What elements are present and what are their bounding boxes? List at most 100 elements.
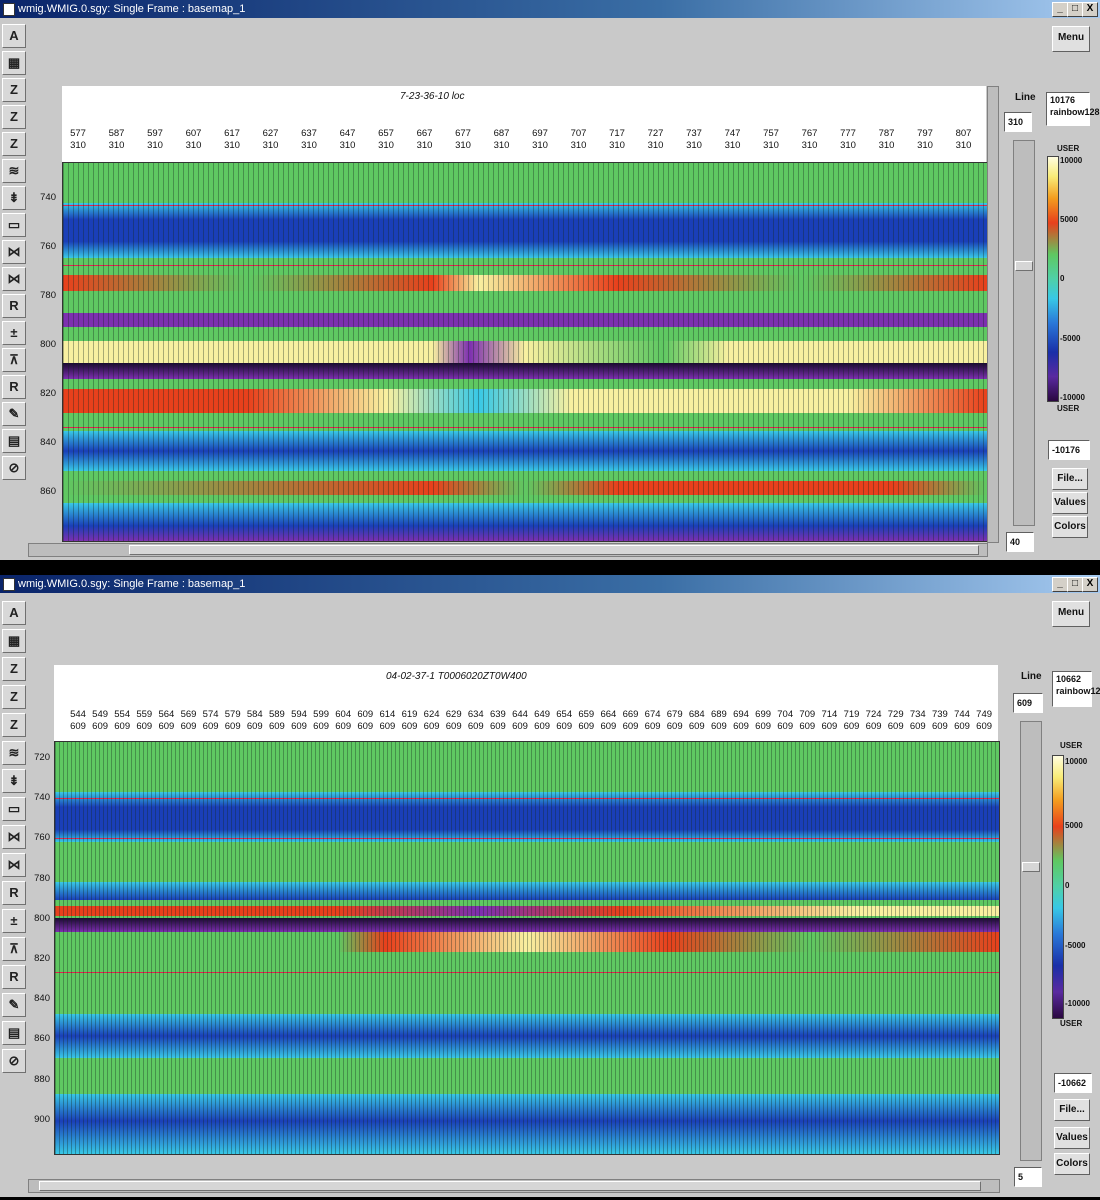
- zoom-tool-button[interactable]: Z: [2, 78, 26, 102]
- zoom-out-tool-button[interactable]: Z: [2, 713, 26, 737]
- trace-number: 624: [423, 709, 440, 720]
- reset-tool-button[interactable]: R: [2, 375, 26, 399]
- color-scale-bar[interactable]: [1052, 755, 1064, 1019]
- grid-tool-button[interactable]: ▦: [2, 629, 26, 653]
- close-button[interactable]: X: [1082, 577, 1098, 592]
- swap-tool-button[interactable]: ⋈: [2, 267, 26, 291]
- minimize-button[interactable]: _: [1052, 2, 1068, 17]
- depth-label: 800: [40, 339, 56, 350]
- file-button[interactable]: File...: [1052, 468, 1088, 490]
- zoom-in-tool-button[interactable]: Z: [2, 105, 26, 129]
- frame-tool-button[interactable]: ▭: [2, 213, 26, 237]
- trace-label: 717 310: [605, 128, 629, 152]
- clear-tool-button[interactable]: ⊘: [2, 1049, 26, 1073]
- section-title: 7-23-36-10 loc: [400, 91, 465, 102]
- maximize-button[interactable]: □: [1067, 577, 1083, 592]
- trace-number: 704: [777, 709, 794, 720]
- clear-tool-button[interactable]: ⊘: [2, 456, 26, 480]
- trace-line-number: 609: [335, 721, 352, 732]
- vertical-scrollbar[interactable]: [987, 86, 999, 543]
- trace-line-number: 310: [570, 140, 587, 151]
- flip-tool-button[interactable]: ⋈: [2, 240, 26, 264]
- line-input[interactable]: 609: [1013, 693, 1043, 713]
- trace-label: 657 310: [374, 128, 398, 152]
- min-value-field[interactable]: -10662: [1054, 1073, 1092, 1093]
- trace-label: 787 310: [875, 128, 899, 152]
- depth-label: 780: [34, 872, 50, 884]
- seismic-section[interactable]: [54, 741, 1000, 1155]
- flatten-tool-button[interactable]: ⊼: [2, 348, 26, 372]
- rotate-tool-button[interactable]: R: [2, 294, 26, 318]
- zoom-tool-button[interactable]: Z: [2, 657, 26, 681]
- trace-label: 544 609: [66, 709, 90, 733]
- colorbar-tick-5000: 5000: [1060, 215, 1078, 224]
- grid-tool-button[interactable]: ▦: [2, 51, 26, 75]
- trace-number: 647: [339, 128, 356, 139]
- annotate-tool-button[interactable]: A: [2, 24, 26, 48]
- trace-number: 727: [647, 128, 664, 139]
- seismic-window-bottom: wmig.WMIG.0.sgy: Single Frame : basemap_…: [0, 575, 1100, 1197]
- print-tool-button[interactable]: ▤: [2, 429, 26, 453]
- horizontal-scroll-thumb[interactable]: [39, 1181, 981, 1191]
- trace-number: 739: [931, 709, 948, 720]
- zoom-in-tool-button[interactable]: Z: [2, 685, 26, 709]
- wiggle-tool-button[interactable]: ≋: [2, 159, 26, 183]
- colorbar-tick-minus-5000: -5000: [1060, 334, 1081, 343]
- menu-button[interactable]: Menu: [1052, 601, 1090, 627]
- file-button[interactable]: File...: [1054, 1099, 1090, 1121]
- trace-line-number: 609: [202, 721, 219, 732]
- annotate-tool-button[interactable]: A: [2, 601, 26, 625]
- minimize-button[interactable]: _: [1052, 577, 1068, 592]
- color-scale-bar[interactable]: [1047, 156, 1059, 402]
- colors-button[interactable]: Colors: [1054, 1153, 1090, 1175]
- colors-button[interactable]: Colors: [1052, 516, 1088, 538]
- trace-line-number: 310: [378, 140, 394, 151]
- menu-button[interactable]: Menu: [1052, 26, 1090, 52]
- seismic-section[interactable]: [62, 162, 988, 542]
- zoom-out-tool-button[interactable]: Z: [2, 132, 26, 156]
- window-title: wmig.WMIG.0.sgy: Single Frame : basemap_…: [18, 3, 246, 15]
- line-input[interactable]: 310: [1004, 112, 1032, 132]
- trace-number: 554: [114, 709, 131, 720]
- line-slider[interactable]: [1013, 140, 1035, 526]
- scroll-value-field[interactable]: 40: [1006, 532, 1034, 552]
- trace-line-number: 609: [92, 721, 109, 732]
- trace-number: 634: [467, 709, 484, 720]
- trace-number: 627: [262, 128, 279, 139]
- title-bar[interactable]: wmig.WMIG.0.sgy: Single Frame : basemap_…: [0, 0, 1100, 18]
- min-value-field[interactable]: -10176: [1048, 440, 1090, 460]
- gain-tool-button[interactable]: ±: [2, 321, 26, 345]
- pick-tool-button[interactable]: ⇟: [2, 186, 26, 210]
- horizontal-scroll-thumb[interactable]: [129, 545, 979, 555]
- max-value-field: 10176 rainbow128.: [1046, 92, 1100, 126]
- line-slider-thumb[interactable]: [1022, 862, 1040, 872]
- rotate-tool-button[interactable]: R: [2, 881, 26, 905]
- reset-tool-button[interactable]: R: [2, 965, 26, 989]
- trace-label: 694 609: [729, 709, 753, 733]
- trace-line-number: 310: [455, 140, 471, 151]
- line-slider[interactable]: [1020, 721, 1042, 1161]
- scroll-value-field[interactable]: 5: [1014, 1167, 1042, 1187]
- trace-line-number: 609: [821, 721, 838, 732]
- horizontal-scrollbar[interactable]: [28, 543, 988, 557]
- values-button[interactable]: Values: [1054, 1127, 1090, 1149]
- depth-label: 900: [34, 1113, 50, 1125]
- trace-line-number: 609: [710, 721, 727, 732]
- colormap-name: rainbow128.: [1050, 107, 1100, 117]
- colorbar-tick-minus-5000: -5000: [1065, 941, 1086, 950]
- title-bar[interactable]: wmig.WMIG.0.sgy: Single Frame : basemap_…: [0, 575, 1100, 593]
- depth-label: 860: [40, 486, 56, 497]
- values-button[interactable]: Values: [1052, 492, 1088, 514]
- trace-label: 734 609: [906, 709, 930, 733]
- trace-number: 684: [688, 709, 705, 720]
- line-slider-thumb[interactable]: [1015, 261, 1033, 271]
- close-button[interactable]: X: [1082, 2, 1098, 17]
- trace-line-number: 609: [777, 721, 794, 732]
- pick-tool-button[interactable]: ⇟: [2, 769, 26, 793]
- trace-label: 667 310: [413, 128, 437, 152]
- maximize-button[interactable]: □: [1067, 2, 1083, 17]
- trace-number: 654: [556, 709, 573, 720]
- edit-tool-button[interactable]: ✎: [2, 402, 26, 426]
- horizontal-scrollbar[interactable]: [28, 1179, 1000, 1193]
- trace-label: 554 609: [110, 709, 134, 733]
